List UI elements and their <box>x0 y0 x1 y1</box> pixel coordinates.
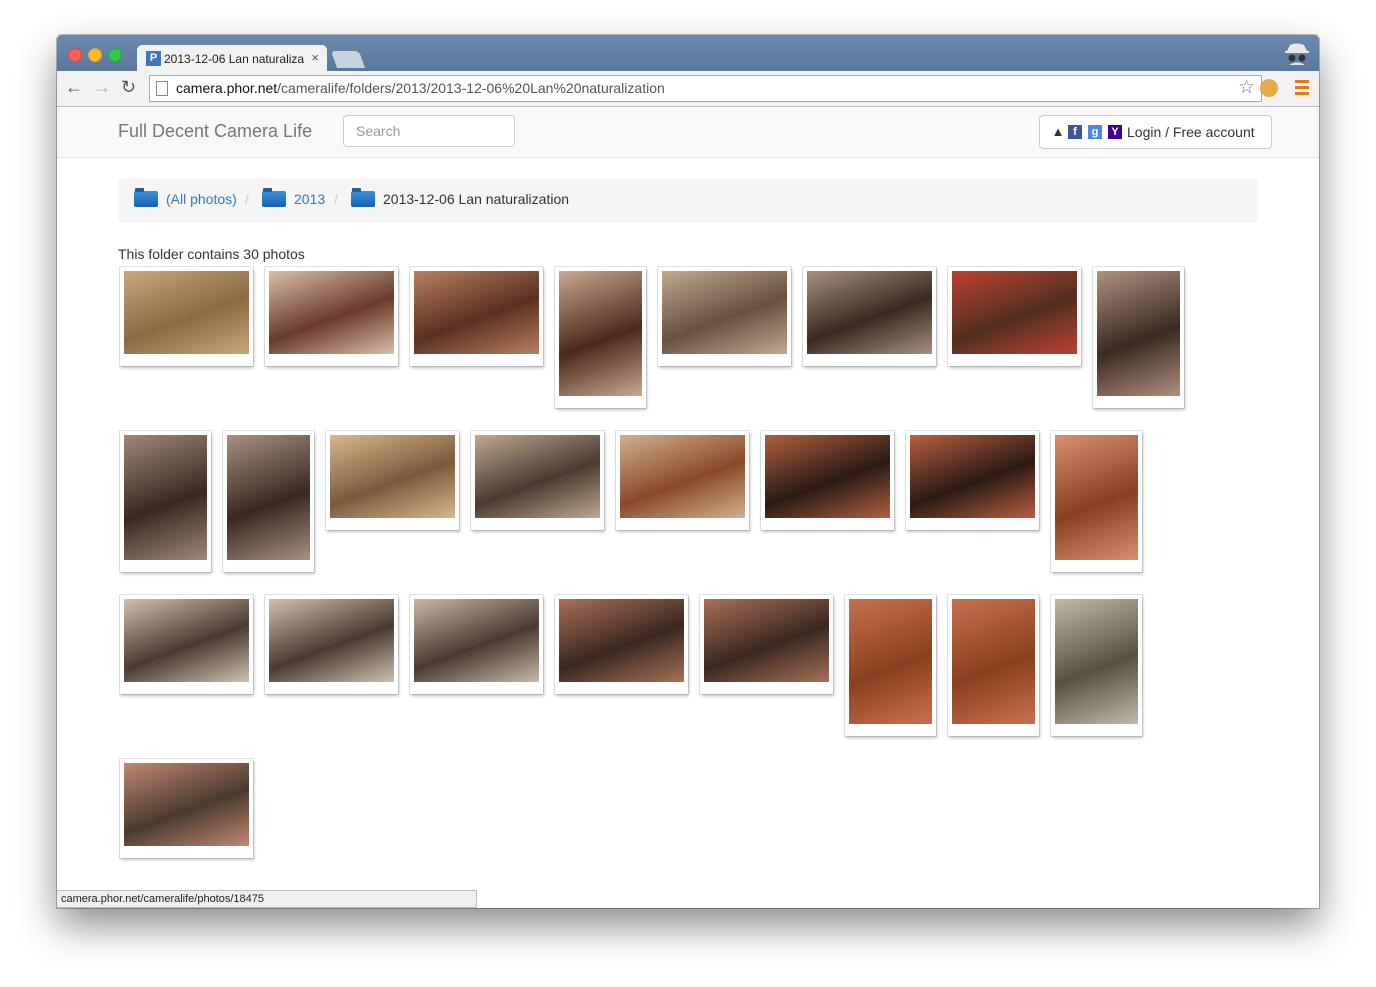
photo-image <box>559 599 684 682</box>
photo-thumbnail[interactable] <box>700 595 833 694</box>
page-icon <box>156 81 168 96</box>
photo-image <box>227 435 310 560</box>
back-icon[interactable]: ← <box>65 77 83 98</box>
search-input[interactable] <box>343 115 515 147</box>
cookie-extension-icon[interactable] <box>1260 79 1278 97</box>
breadcrumb-separator: / <box>245 191 249 207</box>
photo-image <box>1055 435 1138 560</box>
folder-count-text: This folder contains 30 photos <box>118 246 305 262</box>
photo-image <box>952 271 1077 354</box>
folder-icon <box>351 188 375 207</box>
photo-image <box>124 271 249 354</box>
site-favicon-icon: P <box>146 51 161 66</box>
photo-thumbnail[interactable] <box>410 595 543 694</box>
login-label: Login / Free account <box>1127 124 1255 140</box>
photo-image <box>1055 599 1138 724</box>
browser-menu-icon[interactable] <box>1295 80 1309 98</box>
breadcrumb: (All photos) / 2013 / 2013-12-06 Lan nat… <box>118 178 1258 223</box>
folder-icon <box>134 188 158 207</box>
photo-thumbnail[interactable] <box>471 431 604 530</box>
photo-thumbnail[interactable] <box>906 431 1039 530</box>
photo-thumbnail[interactable] <box>410 267 543 366</box>
photo-image <box>475 435 600 518</box>
photo-thumbnail[interactable] <box>555 267 646 408</box>
google-icon: g <box>1088 125 1102 139</box>
tab-title: 2013-12-06 Lan naturalizat <box>164 52 304 66</box>
browser-toolbar: ← → ↻ camera.phor.net/cameralife/folders… <box>57 71 1319 107</box>
photo-image <box>269 599 394 682</box>
bookmark-star-icon[interactable]: ☆ <box>1238 75 1255 100</box>
photo-thumbnail[interactable] <box>265 595 398 694</box>
photo-image <box>124 763 249 846</box>
browser-window: P 2013-12-06 Lan naturalizat × ← → ↻ cam… <box>57 35 1319 908</box>
photo-image <box>662 271 787 354</box>
photo-thumbnail[interactable] <box>555 595 688 694</box>
photo-image <box>414 599 539 682</box>
photo-thumbnail[interactable] <box>948 595 1039 736</box>
login-button[interactable]: ▲ f g Y Login / Free account <box>1039 115 1272 149</box>
breadcrumb-link[interactable]: (All photos) <box>166 191 237 207</box>
user-icon: ▲ <box>1051 124 1065 139</box>
photo-thumbnail[interactable] <box>1051 595 1142 736</box>
breadcrumb-link[interactable]: 2013 <box>294 191 325 207</box>
reload-icon[interactable]: ↻ <box>121 77 136 98</box>
zoom-window-button[interactable] <box>108 48 122 62</box>
title-bar: P 2013-12-06 Lan naturalizat × <box>57 35 1319 71</box>
photo-image <box>807 271 932 354</box>
photo-thumbnail[interactable] <box>1051 431 1142 572</box>
photo-image <box>269 271 394 354</box>
photo-image <box>849 599 932 724</box>
photo-thumbnail[interactable] <box>803 267 936 366</box>
site-navbar: Full Decent Camera Life ▲ f g Y Login / … <box>57 107 1319 158</box>
forward-icon[interactable]: → <box>93 77 111 98</box>
photo-thumbnail[interactable] <box>120 267 253 366</box>
address-bar[interactable]: camera.phor.net/cameralife/folders/2013/… <box>149 75 1262 102</box>
photo-thumbnail[interactable] <box>658 267 791 366</box>
breadcrumb-separator: / <box>334 191 338 207</box>
tab-close-icon[interactable]: × <box>311 50 319 65</box>
photo-thumbnail[interactable] <box>1093 267 1184 408</box>
breadcrumb-item-2013[interactable]: 2013 <box>262 188 325 207</box>
breadcrumb-item-current: 2013-12-06 Lan naturalization <box>351 188 570 207</box>
photo-thumbnail[interactable] <box>120 759 253 858</box>
status-bar: camera.phor.net/cameralife/photos/18475 <box>57 890 477 908</box>
photo-image <box>559 271 642 396</box>
url-text: camera.phor.net/cameralife/folders/2013/… <box>176 80 665 96</box>
photo-image <box>414 271 539 354</box>
folder-icon <box>262 188 286 207</box>
photo-image <box>1097 271 1180 396</box>
breadcrumb-current: 2013-12-06 Lan naturalization <box>383 191 570 207</box>
minimize-window-button[interactable] <box>88 48 102 62</box>
photo-image <box>952 599 1035 724</box>
browser-tab[interactable]: P 2013-12-06 Lan naturalizat × <box>137 45 327 71</box>
photo-image <box>910 435 1035 518</box>
yahoo-icon: Y <box>1108 125 1122 139</box>
photo-thumbnail[interactable] <box>120 431 211 572</box>
new-tab-button[interactable] <box>330 51 366 68</box>
photo-thumbnail[interactable] <box>265 267 398 366</box>
photo-image <box>704 599 829 682</box>
photo-thumbnail[interactable] <box>761 431 894 530</box>
facebook-icon: f <box>1068 125 1082 139</box>
photo-thumbnail[interactable] <box>326 431 459 530</box>
close-window-button[interactable] <box>68 48 82 62</box>
site-brand[interactable]: Full Decent Camera Life <box>118 121 312 142</box>
photo-thumbnail[interactable] <box>948 267 1081 366</box>
photo-thumbnail[interactable] <box>616 431 749 530</box>
incognito-icon <box>1285 43 1309 65</box>
photo-image <box>620 435 745 518</box>
photo-thumbnail[interactable] <box>120 595 253 694</box>
photo-image <box>124 435 207 560</box>
photo-image <box>124 599 249 682</box>
photo-image <box>765 435 890 518</box>
photo-thumbnail[interactable] <box>223 431 314 572</box>
breadcrumb-item-all-photos[interactable]: (All photos) <box>134 188 237 207</box>
photo-thumbnail[interactable] <box>845 595 936 736</box>
photo-image <box>330 435 455 518</box>
